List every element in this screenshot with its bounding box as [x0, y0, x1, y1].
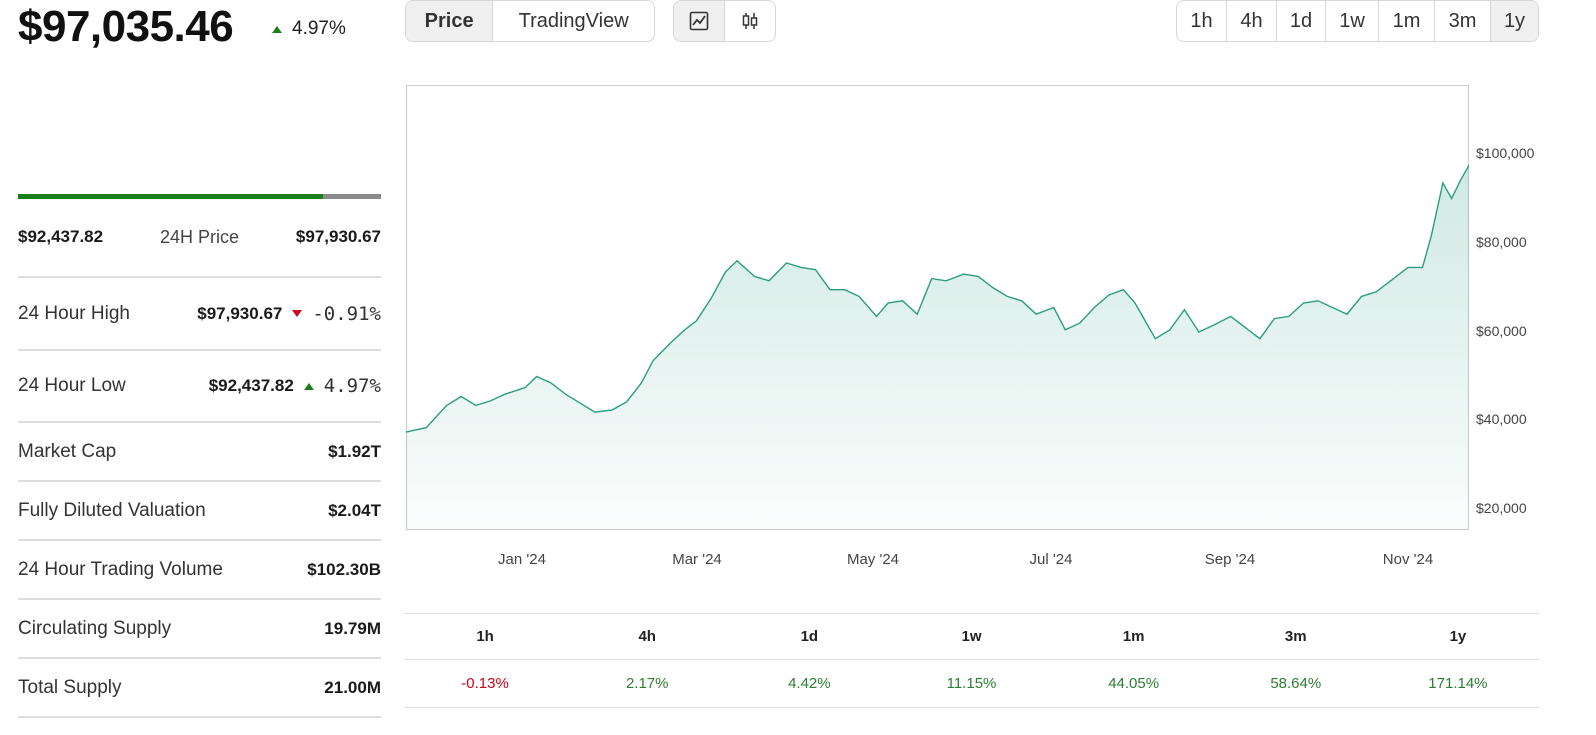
tab-tradingview[interactable]: TradingView [493, 1, 654, 41]
stat-value: $2.04T [328, 500, 381, 520]
line-chart-icon [689, 11, 709, 31]
x-tick-label: Jan '24 [498, 551, 546, 568]
range-label: 24H Price [159, 226, 240, 247]
x-tick-label: Nov '24 [1382, 551, 1434, 568]
perf-period: 1d [800, 628, 819, 645]
stat-label: Total Supply [18, 676, 122, 698]
stat-pct: -0.91% [312, 302, 381, 325]
x-tick-label: Jul '24 [1029, 551, 1073, 568]
stat-label: 24 Hour Low [18, 375, 126, 396]
price-range-labels: $92,437.82 24H Price $97,930.67 [18, 222, 381, 252]
perf-period: 1w [961, 628, 982, 645]
perf-period: 4h [638, 628, 656, 645]
candlestick-icon [742, 13, 757, 29]
y-tick-label: $60,000 [1476, 323, 1527, 339]
perf-value: 58.64% [1270, 675, 1322, 692]
tab-price[interactable]: Price [406, 1, 494, 41]
stat-row-24h-low: 24 Hour Low $92,437.82 4.97% [18, 351, 381, 423]
timeframe-1d[interactable]: 1d [1277, 1, 1326, 41]
stat-label: Circulating Supply [18, 617, 172, 639]
x-tick-label: May '24 [846, 551, 900, 568]
up-arrow-icon [272, 25, 282, 33]
perf-value: 44.05% [1108, 675, 1160, 692]
stat-value: $1.92T [328, 441, 381, 461]
stat-value: $92,437.82 [208, 376, 294, 395]
x-axis: Jan '24 Mar '24 May '24 Jul '24 Sep '24 … [0, 551, 1596, 571]
stat-row-24h-high: 24 Hour High $97,930.67 -0.91% [18, 278, 381, 351]
stat-value: 19.79M [324, 618, 381, 638]
candlestick-button[interactable] [725, 1, 776, 41]
line-chart-button[interactable] [674, 1, 725, 41]
y-tick-label: $40,000 [1476, 411, 1527, 427]
price-range-bar [18, 194, 381, 199]
y-tick-label: $80,000 [1476, 234, 1527, 250]
stat-label: Market Cap [18, 440, 117, 462]
stat-pct: 4.97% [323, 375, 381, 397]
chart-type-toggle [673, 0, 776, 42]
performance-header: 1h 4h 1d 1w 1m 3m 1y [404, 613, 1539, 660]
timeframe-1h[interactable]: 1h [1177, 1, 1227, 41]
range-low: $92,437.82 [18, 227, 104, 246]
stat-row: Circulating Supply 19.79M [18, 600, 381, 659]
timeframe-1m[interactable]: 1m [1379, 1, 1435, 41]
perf-value: 2.17% [625, 675, 669, 692]
timeframe-1w[interactable]: 1w [1326, 1, 1379, 41]
timeframe-4h[interactable]: 4h [1227, 1, 1277, 41]
stat-value: 21.00M [324, 677, 381, 697]
stat-row: Market Cap $1.92T [18, 423, 381, 482]
timeframe-3m[interactable]: 3m [1435, 1, 1491, 41]
current-price: $97,035.46 [18, 2, 234, 51]
view-toggle: Price TradingView [405, 0, 655, 42]
stat-right: $92,437.82 4.97% [209, 375, 381, 397]
stat-label: Fully Diluted Valuation [18, 499, 206, 521]
y-tick-label: $100,000 [1476, 145, 1535, 161]
down-arrow-icon [292, 310, 303, 317]
stat-row: Total Supply 21.00M [18, 659, 381, 718]
price-change: 4.97% [272, 18, 346, 40]
up-arrow-icon [303, 382, 314, 390]
perf-value: 4.42% [788, 675, 831, 692]
stat-right: $97,930.67 -0.91% [197, 303, 381, 325]
range-high: $97,930.67 [295, 227, 381, 246]
stats-table: 24 Hour High $97,930.67 -0.91% 24 Hour L… [18, 276, 381, 718]
stat-label: 24 Hour High [18, 302, 130, 324]
perf-period: 3m [1284, 628, 1307, 645]
perf-value: 171.14% [1428, 675, 1488, 692]
stat-value: $97,930.67 [197, 303, 283, 323]
perf-period: 1y [1449, 628, 1467, 645]
y-tick-label: $20,000 [1476, 500, 1527, 516]
performance-table: 1h 4h 1d 1w 1m 3m 1y -0.13% 2.17% 4.42% … [404, 613, 1539, 708]
stat-row: Fully Diluted Valuation $2.04T [18, 482, 381, 541]
perf-period: 1h [476, 628, 494, 645]
price-chart[interactable] [405, 84, 1470, 531]
x-tick-label: Sep '24 [1204, 551, 1256, 568]
timeframe-toggle: 1h 4h 1d 1w 1m 3m 1y [1176, 0, 1539, 42]
performance-values: -0.13% 2.17% 4.42% 11.15% 44.05% 58.64% … [404, 660, 1539, 708]
x-tick-label: Mar '24 [672, 551, 722, 568]
price-change-value: 4.97% [292, 18, 346, 39]
perf-value: 11.15% [946, 675, 997, 692]
timeframe-1y[interactable]: 1y [1491, 1, 1538, 41]
price-chart-svg [405, 84, 1470, 531]
price-range-fill [18, 194, 323, 199]
perf-period: 1m [1122, 628, 1145, 645]
perf-value: -0.13% [461, 675, 509, 692]
